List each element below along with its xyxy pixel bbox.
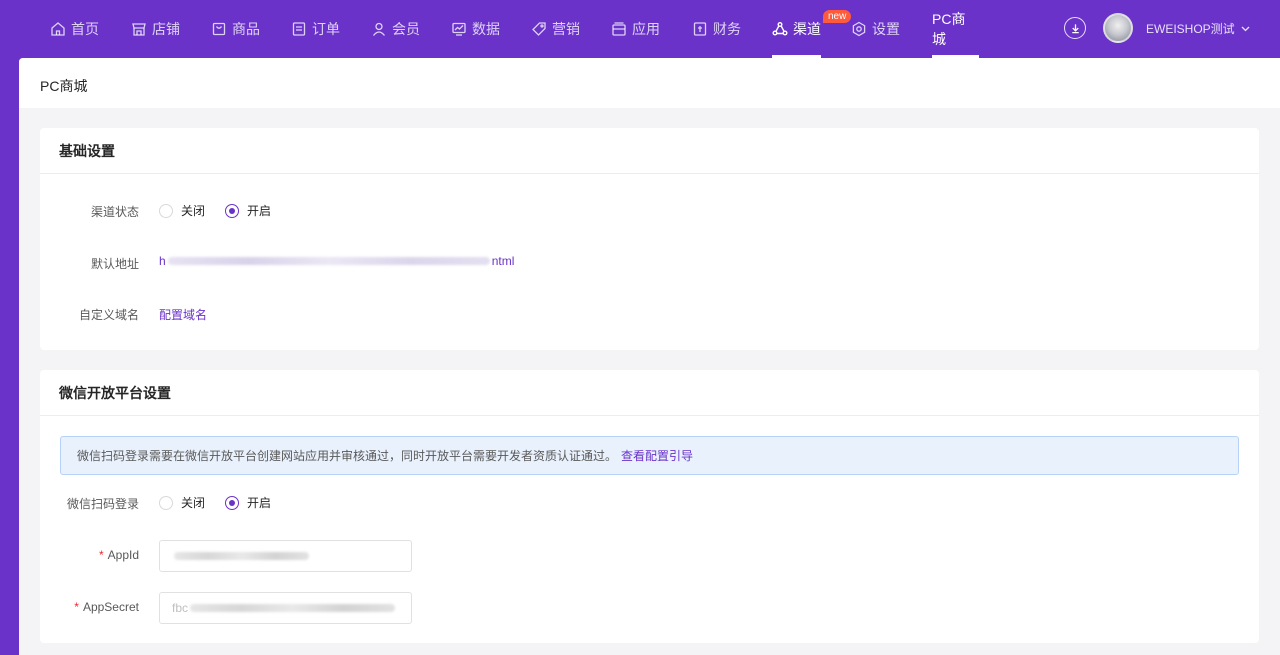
channel-status-label: 渠道状态 — [90, 205, 139, 219]
nav-label: 订单 — [312, 21, 340, 37]
appsecret-label-text: AppSecret — [82, 600, 139, 614]
top-navigation: 首页 店铺 商品 订单 会员 数据 营销 应用 财务 渠道 new 设置 PC商… — [0, 0, 1280, 58]
home-icon — [50, 21, 66, 37]
appid-label-text: AppId — [107, 548, 139, 562]
avatar[interactable] — [1103, 13, 1133, 43]
app-icon — [611, 21, 627, 37]
scan-login-on-radio[interactable]: 开启 — [225, 494, 271, 511]
nav-label: 财务 — [713, 21, 741, 37]
redacted-url — [167, 257, 490, 265]
radio-circle — [159, 495, 173, 510]
nav-label: 应用 — [632, 21, 660, 37]
gear-icon — [851, 21, 867, 37]
order-icon — [291, 21, 307, 37]
scan-login-off-radio[interactable]: 关闭 — [159, 494, 205, 511]
wechat-settings-heading: 微信开放平台设置 — [40, 370, 1259, 416]
nav-label: 店铺 — [152, 21, 180, 37]
shop-icon — [131, 21, 147, 37]
download-icon — [1071, 23, 1079, 33]
url-suffix: ntml — [491, 254, 515, 268]
wechat-settings-card: 微信开放平台设置 微信扫码登录需要在微信开放平台创建网站应用并审核通过，同时开放… — [40, 370, 1259, 643]
appid-input[interactable] — [159, 540, 412, 572]
required-mark: * — [98, 548, 104, 562]
custom-domain-label: 自定义域名 — [78, 308, 139, 322]
nav-item-channel[interactable]: 渠道 new — [772, 0, 852, 58]
basic-settings-card: 基础设置 渠道状态 关闭 开启 默认地址 h ntml 自定义域名 配置域名 — [40, 128, 1259, 350]
channel-status-on-radio[interactable]: 开启 — [225, 202, 271, 219]
basic-settings-heading: 基础设置 — [40, 128, 1259, 174]
radio-circle-checked — [225, 495, 240, 510]
nav-label: 首页 — [71, 21, 99, 37]
required-mark: * — [74, 600, 79, 614]
redacted-value — [174, 552, 309, 560]
configure-domain-link[interactable]: 配置域名 — [159, 306, 207, 323]
scan-login-radio-group: 关闭 开启 — [159, 494, 291, 511]
nav-label: 营销 — [552, 21, 580, 37]
nav-label: 数据 — [472, 21, 500, 37]
radio-circle-checked — [225, 203, 240, 218]
new-badge: new — [823, 10, 852, 23]
radio-label: 关闭 — [181, 204, 206, 218]
notice-text: 微信扫码登录需要在微信开放平台创建网站应用并审核通过，同时开放平台需要开发者资质… — [77, 449, 618, 463]
channel-status-radio-group: 关闭 开启 — [159, 202, 291, 219]
main-content: PC商城 基础设置 渠道状态 关闭 开启 默认地址 h ntml 自定义域名 配… — [19, 58, 1280, 655]
nav-label: 渠道 — [793, 21, 821, 37]
redacted-value — [190, 604, 396, 612]
data-icon — [451, 21, 467, 37]
nav-item-settings[interactable]: 设置 — [851, 0, 900, 58]
nav-item-shop[interactable]: 店铺 — [131, 0, 180, 58]
radio-label: 关闭 — [181, 496, 206, 510]
goods-icon — [211, 21, 227, 37]
download-button[interactable] — [1064, 17, 1086, 39]
appid-label: * AppId — [40, 548, 139, 562]
nav-item-pc-mall[interactable]: PC商城 — [932, 0, 979, 58]
user-name: EWEISHOP测试 — [1146, 22, 1235, 36]
radio-label: 开启 — [247, 204, 272, 218]
appsecret-prefix: fbc — [172, 601, 189, 615]
nav-label: PC商城 — [932, 11, 966, 47]
url-prefix: h — [159, 254, 166, 268]
user-menu[interactable]: EWEISHOP测试 — [1146, 20, 1250, 37]
nav-item-home[interactable]: 首页 — [50, 0, 99, 58]
nav-item-finance[interactable]: 财务 — [692, 0, 741, 58]
nav-label: 商品 — [232, 21, 260, 37]
nav-item-app[interactable]: 应用 — [611, 0, 660, 58]
radio-circle — [159, 203, 173, 218]
default-url-label: 默认地址 — [90, 257, 139, 271]
finance-icon — [692, 21, 708, 37]
nav-item-order[interactable]: 订单 — [291, 0, 340, 58]
nav-label: 会员 — [392, 21, 420, 37]
channel-status-off-radio[interactable]: 关闭 — [159, 202, 205, 219]
channel-icon — [772, 21, 788, 37]
page-header: PC商城 — [19, 58, 1280, 108]
marketing-icon — [531, 21, 547, 37]
appsecret-label: * AppSecret — [40, 600, 139, 614]
config-guide-link[interactable]: 查看配置引导 — [621, 447, 693, 464]
scan-login-label: 微信扫码登录 — [66, 497, 139, 511]
nav-item-member[interactable]: 会员 — [371, 0, 420, 58]
member-icon — [371, 21, 387, 37]
info-notice: 微信扫码登录需要在微信开放平台创建网站应用并审核通过，同时开放平台需要开发者资质… — [60, 436, 1239, 475]
page-title: PC商城 — [40, 78, 88, 94]
nav-item-data[interactable]: 数据 — [451, 0, 500, 58]
radio-label: 开启 — [247, 496, 272, 510]
default-url: h ntml — [159, 254, 514, 268]
appsecret-input[interactable]: fbc — [159, 592, 412, 624]
nav-label: 设置 — [872, 21, 900, 37]
chevron-down-icon — [1241, 26, 1250, 31]
nav-item-goods[interactable]: 商品 — [211, 0, 260, 58]
nav-item-marketing[interactable]: 营销 — [531, 0, 580, 58]
